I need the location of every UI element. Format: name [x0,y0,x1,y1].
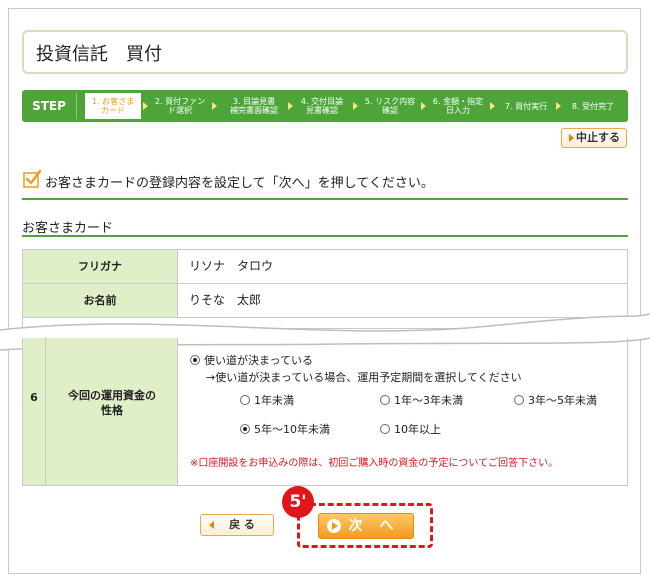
table-row-furigana: フリガナ リソナ タロウ [23,250,627,284]
radio-selected-icon[interactable] [240,424,250,434]
step-item: 7. 買付実行 [504,101,548,111]
section-title: お客さまカード [22,221,114,236]
radio-label: 使い道が決まっている [204,354,314,367]
checkbox-check-icon [23,170,41,188]
radio-icon[interactable] [514,395,524,405]
step-item: 2. 買付ファン ド選択 [154,97,206,115]
back-button[interactable]: 戻 る [200,514,274,536]
page-title-box: 投資信託 買付 [22,30,628,74]
divider [22,235,628,237]
step-arrow-icon [421,102,426,110]
radio-label: 10年以上 [394,423,441,436]
next-button-label: 次 へ [348,518,400,534]
step-item: 8. 受付完了 [571,101,615,111]
step-arrow-icon [212,102,217,110]
play-circle-icon [327,519,341,533]
radio-option-period[interactable]: 5年〜10年未満 [240,421,330,437]
sub-instruction: →使い道が決まっている場合、運用予定期間を選択してください [206,371,522,384]
step-marker-badge: 5' [282,486,314,518]
step-divider [76,93,77,119]
instruction-text: お客さまカードの登録内容を設定して「次へ」を押してください。 [45,176,434,191]
radio-selected-icon[interactable] [190,355,200,365]
row-number: 6 [23,338,46,485]
arrow-left-icon [209,521,214,529]
step-arrow-icon [353,102,358,110]
step-item: 5. リスク内容 確認 [364,97,416,115]
radio-option-period[interactable]: 3年〜5年未満 [514,392,597,408]
radio-option-period[interactable]: 1年未満 [240,392,294,408]
radio-label: 1年未満 [254,394,294,407]
question-label-cell: 今回の運用資金の 性格 [46,338,178,485]
step-arrow-icon [490,102,495,110]
step-item: 1. お客さま カード [84,92,142,120]
divider [22,198,628,200]
row-label: フリガナ [23,250,178,283]
radio-icon[interactable] [380,395,390,405]
radio-icon[interactable] [240,395,250,405]
step-item: 4. 交付目論 見書確認 [300,97,344,115]
radio-label: 5年〜10年未満 [254,423,330,436]
question-label: 今回の運用資金の 性格 [68,389,156,417]
note-text: ※口座開設をお申込みの際は、初回ご購入時の資金の予定についてご回答下さい。 [190,458,559,469]
radio-option-period[interactable]: 1年〜3年未満 [380,392,463,408]
step-arrow-icon [143,102,148,110]
step-arrow-icon [556,102,561,110]
step-item: 6. 金額・指定 日入力 [432,97,484,115]
arrow-right-icon [569,134,574,142]
next-button[interactable]: 次 へ [318,513,414,539]
radio-label: 3年〜5年未満 [528,394,597,407]
back-button-label: 戻 る [229,518,255,531]
radio-icon[interactable] [380,424,390,434]
radio-label: 1年〜3年未満 [394,394,463,407]
radio-option-period[interactable]: 10年以上 [380,421,441,437]
page-title: 投資信託 買付 [36,44,162,65]
cancel-button-label: 中止する [576,131,620,144]
step-item: 3. 目論見書 補完書面確認 [230,97,278,115]
radio-option-purpose-decided[interactable]: 使い道が決まっている [190,352,313,368]
step-bar-label: STEP [32,99,66,113]
cancel-button[interactable]: 中止する [561,128,627,148]
row-value: リソナ タロウ [189,259,274,273]
step-bar: STEP 1. お客さま カード 2. 買付ファン ド選択 3. 目論見書 補完書面… [22,90,628,122]
